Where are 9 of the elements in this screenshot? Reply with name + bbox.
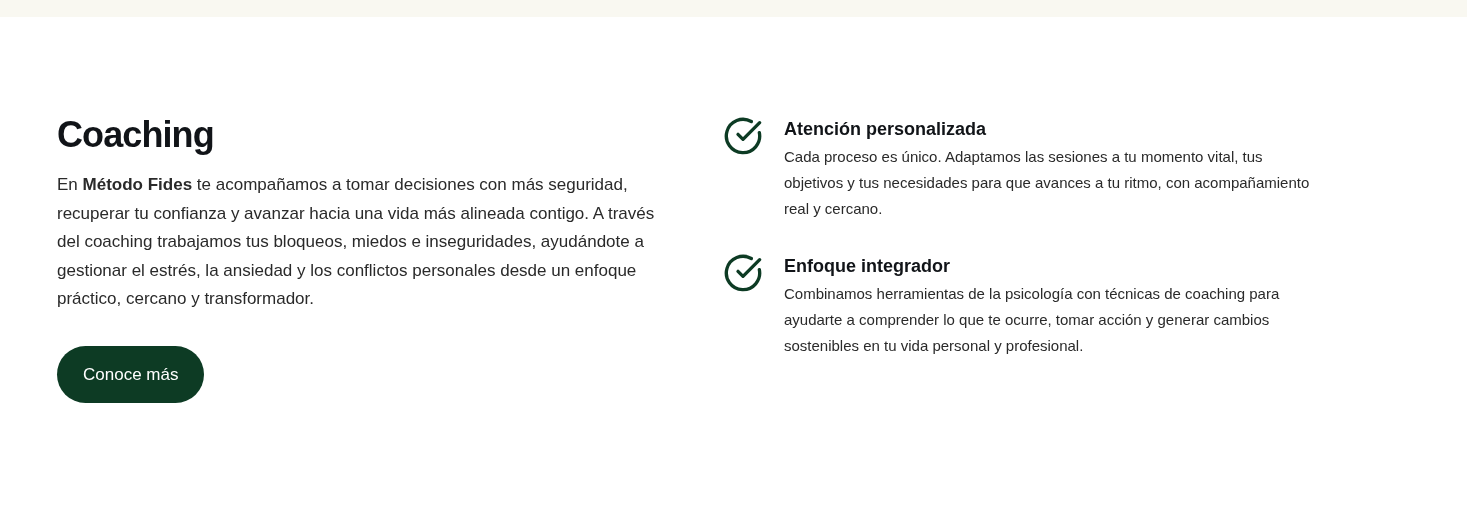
feature-title: Enfoque integrador [784,255,951,278]
section-title: Coaching [57,115,214,155]
section-description: En Método Fides te acompañamos a tomar decisiones con más seguridad, recuperar tu confianza y avanzar hacia una vida más alineada contigo. A través del coaching trabajamos tus bloqueos, miedos e inseguridades, ayudándote a gestionar el estrés, la ansiedad y los conflictos personales desde un enfoque práctico, cercano y transformador. [57,174,656,311]
feature-title: Atención personalizada [784,118,988,141]
check-circle-icon [723,116,763,156]
check-circle-icon [723,253,763,293]
learn-more-button[interactable]: Conoce más [57,345,205,403]
feature-description: Combinamos herramientas de la psicología con técnicas de coaching para ayudarte a comprender lo que te ocurre, tomar acción y generar cambios sostenibles en tu vida personal y profesional. [784,284,1281,356]
feature-description: Cada proceso es único. Adaptamos las sesiones a tu momento vital, tus objetivos y tus necesidades para que avances a tu ritmo, con acompañamiento real y cercano. [784,147,1311,219]
